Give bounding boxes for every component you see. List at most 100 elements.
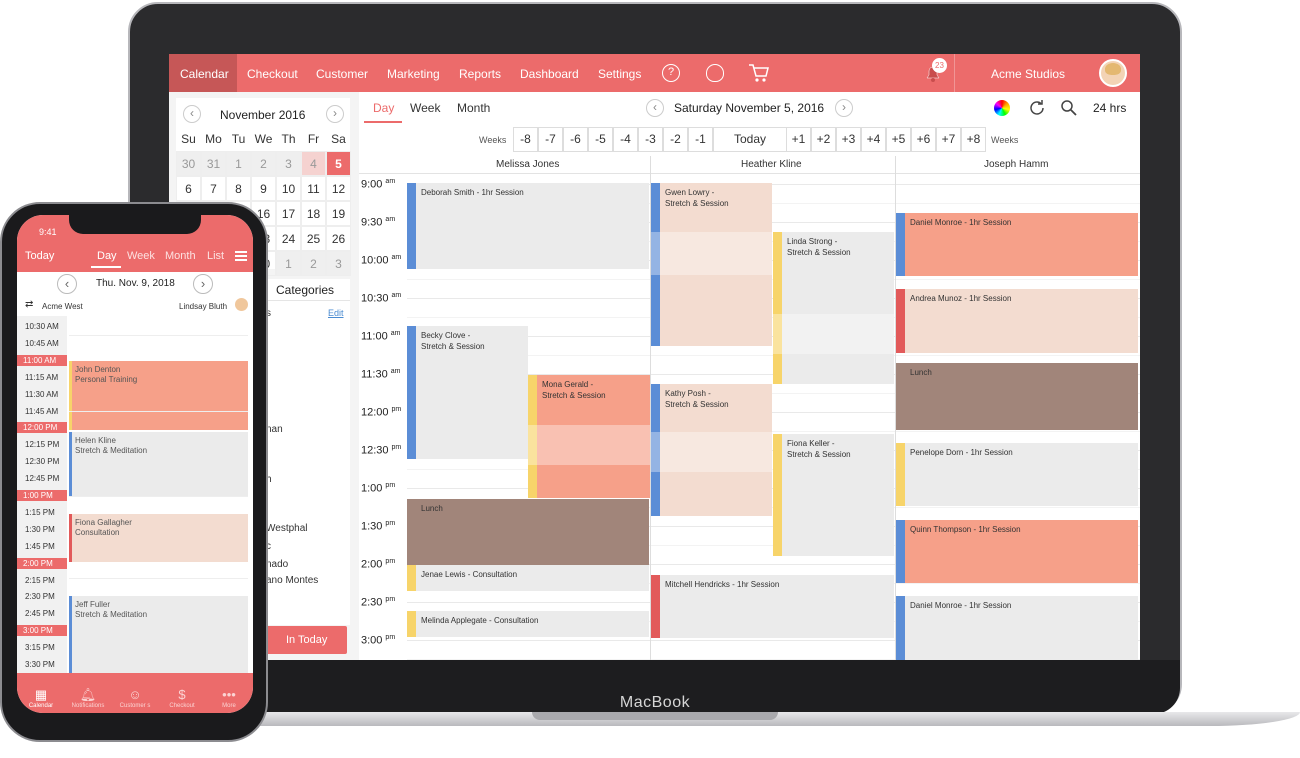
phone-location[interactable]: Acme West xyxy=(42,302,83,311)
weeks-forward-button[interactable]: +2 xyxy=(811,127,836,152)
phone-tab-list[interactable]: List xyxy=(207,250,224,262)
mini-calendar-day[interactable]: 1 xyxy=(276,251,301,276)
weeks-forward-button[interactable]: +3 xyxy=(836,127,861,152)
weeks-forward-button[interactable]: +1 xyxy=(786,127,811,152)
nav-checkout[interactable]: Checkout xyxy=(247,67,298,81)
staff-fragment[interactable]: nan xyxy=(266,424,283,435)
color-wheel-icon[interactable] xyxy=(994,100,1010,116)
staff-fragment[interactable]: nado xyxy=(266,559,288,570)
mini-calendar-day[interactable]: 26 xyxy=(326,226,351,251)
next-day-icon[interactable]: › xyxy=(835,99,853,117)
mini-calendar-day[interactable]: 17 xyxy=(276,201,301,226)
calendar-event[interactable]: Melinda Applegate - Consultation xyxy=(407,611,649,637)
weeks-back-button[interactable]: -4 xyxy=(613,127,638,152)
calendar-event[interactable]: Linda Strong - Stretch & Session xyxy=(773,232,894,384)
weeks-forward-button[interactable]: +5 xyxy=(886,127,911,152)
mini-calendar-day[interactable]: 3 xyxy=(326,251,351,276)
phone-event[interactable]: Helen Kline Stretch & Meditation xyxy=(69,432,248,496)
calendar-event[interactable]: Becky Clove - Stretch & Session xyxy=(407,326,528,459)
calendar-event[interactable]: Andrea Munoz - 1hr Session xyxy=(896,289,1138,353)
alarm-clock-icon[interactable] xyxy=(706,64,724,82)
mini-calendar-day[interactable]: 11 xyxy=(301,176,326,201)
weeks-back-button[interactable]: -3 xyxy=(638,127,663,152)
mini-calendar-day[interactable]: 1 xyxy=(226,151,251,176)
mini-calendar-day[interactable]: 30 xyxy=(176,151,201,176)
weeks-back-button[interactable]: -8 xyxy=(513,127,538,152)
mini-calendar-day[interactable]: 12 xyxy=(326,176,351,201)
prev-day-icon[interactable]: ‹ xyxy=(646,99,664,117)
mini-calendar-day[interactable]: 25 xyxy=(301,226,326,251)
mini-calendar-day[interactable]: 2 xyxy=(301,251,326,276)
weeks-back-button[interactable]: -2 xyxy=(663,127,688,152)
mini-calendar-day[interactable]: 8 xyxy=(226,176,251,201)
phone-tab-day[interactable]: Day xyxy=(97,250,117,262)
staff-fragment[interactable]: ano Montes xyxy=(266,575,318,586)
tab-day[interactable]: Day xyxy=(373,101,394,115)
weeks-back-button[interactable]: -5 xyxy=(588,127,613,152)
mini-calendar-day[interactable]: 18 xyxy=(301,201,326,226)
in-today-button[interactable]: In Today xyxy=(264,626,347,654)
phone-tab-calendar[interactable]: ▦ Calendar xyxy=(21,687,61,709)
nav-customer[interactable]: Customer xyxy=(316,67,368,81)
mini-calendar-day[interactable]: 5 xyxy=(326,151,351,176)
weeks-today-button[interactable]: Today xyxy=(713,127,787,152)
phone-tab-customers[interactable]: ☺ Customer s xyxy=(115,687,155,709)
phone-staff-name[interactable]: Lindsay Bluth xyxy=(179,302,227,311)
phone-today-button[interactable]: Today xyxy=(25,250,54,262)
mini-calendar-day[interactable]: 4 xyxy=(301,151,326,176)
weeks-forward-button[interactable]: +8 xyxy=(961,127,986,152)
calendar-event[interactable]: Fiona Keller - Stretch & Session xyxy=(773,434,894,556)
nav-reports[interactable]: Reports xyxy=(459,67,501,81)
phone-next-day-icon[interactable]: › xyxy=(193,274,213,294)
help-icon[interactable]: ? xyxy=(662,64,680,82)
calendar-event[interactable]: Daniel Monroe - 1hr Session xyxy=(896,596,1138,660)
staff-fragment[interactable]: Westphal xyxy=(266,523,308,534)
mini-calendar-day[interactable]: 3 xyxy=(276,151,301,176)
weeks-forward-button[interactable]: +7 xyxy=(936,127,961,152)
calendar-event[interactable]: Lunch xyxy=(896,363,1138,430)
phone-tab-checkout[interactable]: $ Checkout xyxy=(162,687,202,709)
weeks-back-button[interactable]: -6 xyxy=(563,127,588,152)
tab-month[interactable]: Month xyxy=(457,101,490,115)
phone-event[interactable]: John Denton Personal Training xyxy=(69,361,248,430)
calendar-event[interactable]: Lunch xyxy=(407,499,649,565)
phone-prev-day-icon[interactable]: ‹ xyxy=(57,274,77,294)
calendar-event[interactable]: Daniel Monroe - 1hr Session xyxy=(896,213,1138,276)
nav-marketing[interactable]: Marketing xyxy=(387,67,440,81)
mini-calendar-prev-icon[interactable]: ‹ xyxy=(183,105,201,123)
nav-calendar[interactable]: Calendar xyxy=(180,67,229,81)
search-icon[interactable] xyxy=(1060,99,1078,117)
weeks-back-button[interactable]: -1 xyxy=(688,127,713,152)
calendar-event[interactable]: Jenae Lewis - Consultation xyxy=(407,565,649,591)
avatar[interactable] xyxy=(1099,59,1127,87)
mini-calendar-day[interactable]: 9 xyxy=(251,176,276,201)
mini-calendar-day[interactable]: 24 xyxy=(276,226,301,251)
hamburger-menu-icon[interactable] xyxy=(235,251,247,261)
calendar-event[interactable]: Deborah Smith - 1hr Session xyxy=(407,183,649,269)
mini-calendar-day[interactable]: 2 xyxy=(251,151,276,176)
calendar-event[interactable]: Penelope Dorn - 1hr Session xyxy=(896,443,1138,506)
mini-calendar-day[interactable]: 7 xyxy=(201,176,226,201)
phone-tab-more[interactable]: ••• More xyxy=(209,687,249,709)
weeks-forward-button[interactable]: +6 xyxy=(911,127,936,152)
tab-week[interactable]: Week xyxy=(410,101,440,115)
mini-calendar-day[interactable]: 19 xyxy=(326,201,351,226)
refresh-icon[interactable] xyxy=(1027,98,1047,118)
mini-calendar-day[interactable]: 10 xyxy=(276,176,301,201)
weeks-back-button[interactable]: -7 xyxy=(538,127,563,152)
studio-name[interactable]: Acme Studios xyxy=(991,67,1065,81)
nav-dashboard[interactable]: Dashboard xyxy=(520,67,579,81)
edit-link[interactable]: Edit xyxy=(328,308,344,318)
hours-toggle[interactable]: 24 hrs xyxy=(1093,101,1126,115)
swap-location-icon[interactable]: ⇄ xyxy=(25,299,33,310)
phone-event[interactable]: Fiona Gallagher Consultation xyxy=(69,514,248,562)
nav-settings[interactable]: Settings xyxy=(598,67,641,81)
phone-tab-month[interactable]: Month xyxy=(165,250,196,262)
mini-calendar-day[interactable]: 6 xyxy=(176,176,201,201)
mini-calendar-day[interactable]: 31 xyxy=(201,151,226,176)
calendar-event[interactable]: Mitchell Hendricks - 1hr Session xyxy=(651,575,894,638)
weeks-forward-button[interactable]: +4 xyxy=(861,127,886,152)
phone-tab-week[interactable]: Week xyxy=(127,250,155,262)
phone-tab-notifications[interactable]: 🔔︎ Notifications xyxy=(68,687,108,709)
calendar-event[interactable]: Quinn Thompson - 1hr Session xyxy=(896,520,1138,583)
